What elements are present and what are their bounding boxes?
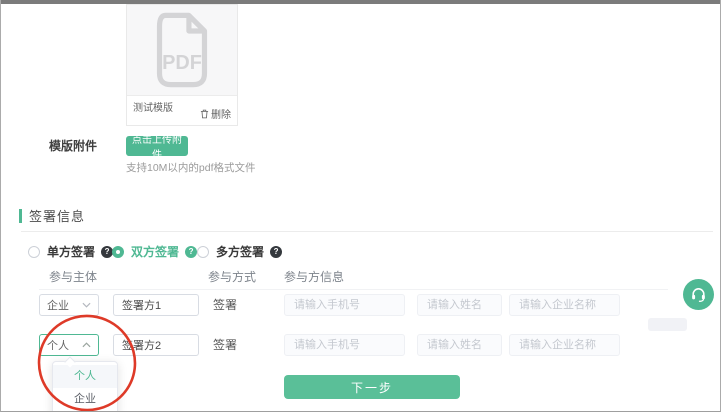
pdf-label: PDF <box>162 52 202 74</box>
next-step-button[interactable]: 下一步 <box>284 375 460 399</box>
help-icon[interactable]: ? <box>270 246 282 258</box>
name-input-row1[interactable] <box>417 294 502 316</box>
subject-select-row1[interactable]: 企业 <box>39 294 99 316</box>
radio-label: 多方签署 <box>216 243 264 260</box>
scroll-thumb[interactable] <box>648 318 687 331</box>
pdf-icon: PDF <box>150 11 214 89</box>
delete-file-button[interactable]: 删除 <box>200 106 231 121</box>
col-header-method: 参与方式 <box>208 268 256 285</box>
section-title-text: 签署信息 <box>29 206 85 225</box>
radio-circle[interactable] <box>28 246 40 258</box>
section-accent-bar <box>19 209 22 223</box>
section-divider <box>21 231 713 232</box>
dropdown-option-person[interactable]: 个人 <box>53 365 117 388</box>
headset-icon <box>690 286 707 303</box>
chevron-up-icon <box>82 342 91 348</box>
col-header-subject: 参与主体 <box>49 268 97 285</box>
help-icon[interactable]: ? <box>185 246 197 258</box>
chevron-down-icon <box>82 302 91 308</box>
subject-dropdown-menu: 个人 企业 <box>52 361 118 412</box>
method-text-row1: 签署 <box>213 294 237 316</box>
radio-label: 单方签署 <box>47 243 95 260</box>
company-input-row2[interactable] <box>509 334 620 356</box>
delete-label: 删除 <box>211 106 231 121</box>
subject-select-value: 个人 <box>47 337 69 353</box>
radio-circle[interactable] <box>197 246 209 258</box>
radio-label: 双方签署 <box>131 243 179 260</box>
party-name-input-row2[interactable] <box>113 334 199 356</box>
phone-input-row2[interactable] <box>284 334 405 356</box>
phone-input-row1[interactable] <box>284 294 405 316</box>
upload-attachment-button[interactable]: 点击上传附件 <box>126 136 188 156</box>
name-input-row2[interactable] <box>417 334 502 356</box>
dropdown-option-company[interactable]: 企业 <box>53 388 117 411</box>
upload-hint: 支持10M以内的pdf格式文件 <box>126 160 256 175</box>
radio-two-party-sign[interactable]: 双方签署 ? <box>112 243 197 260</box>
party-name-input-row1[interactable] <box>113 294 199 316</box>
subject-select-value: 企业 <box>47 297 69 313</box>
file-preview: PDF <box>127 5 237 96</box>
attachment-field-label: 模版附件 <box>49 137 97 154</box>
radio-circle-checked[interactable] <box>112 246 124 258</box>
radio-multi-party-sign[interactable]: 多方签署 ? <box>197 243 282 260</box>
file-name: 测试模版 <box>133 99 173 114</box>
upload-and-signing-form: PDF 测试模版 删除 模版附件 点击上传附件 支持10M以内的pdf格式文件 … <box>0 0 721 412</box>
col-header-info: 参与方信息 <box>284 268 344 285</box>
radio-single-sign[interactable]: 单方签署 ? <box>28 243 113 260</box>
trash-icon <box>200 109 209 119</box>
window-top-edge <box>1 0 720 4</box>
company-input-row1[interactable] <box>509 294 620 316</box>
method-text-row2: 签署 <box>213 334 237 356</box>
subject-select-row2[interactable]: 个人 <box>39 334 99 356</box>
uploaded-file-card: PDF 测试模版 删除 <box>126 4 238 126</box>
customer-service-button[interactable] <box>683 279 714 310</box>
signing-section-header: 签署信息 <box>19 206 85 225</box>
table-header-divider <box>39 289 668 290</box>
